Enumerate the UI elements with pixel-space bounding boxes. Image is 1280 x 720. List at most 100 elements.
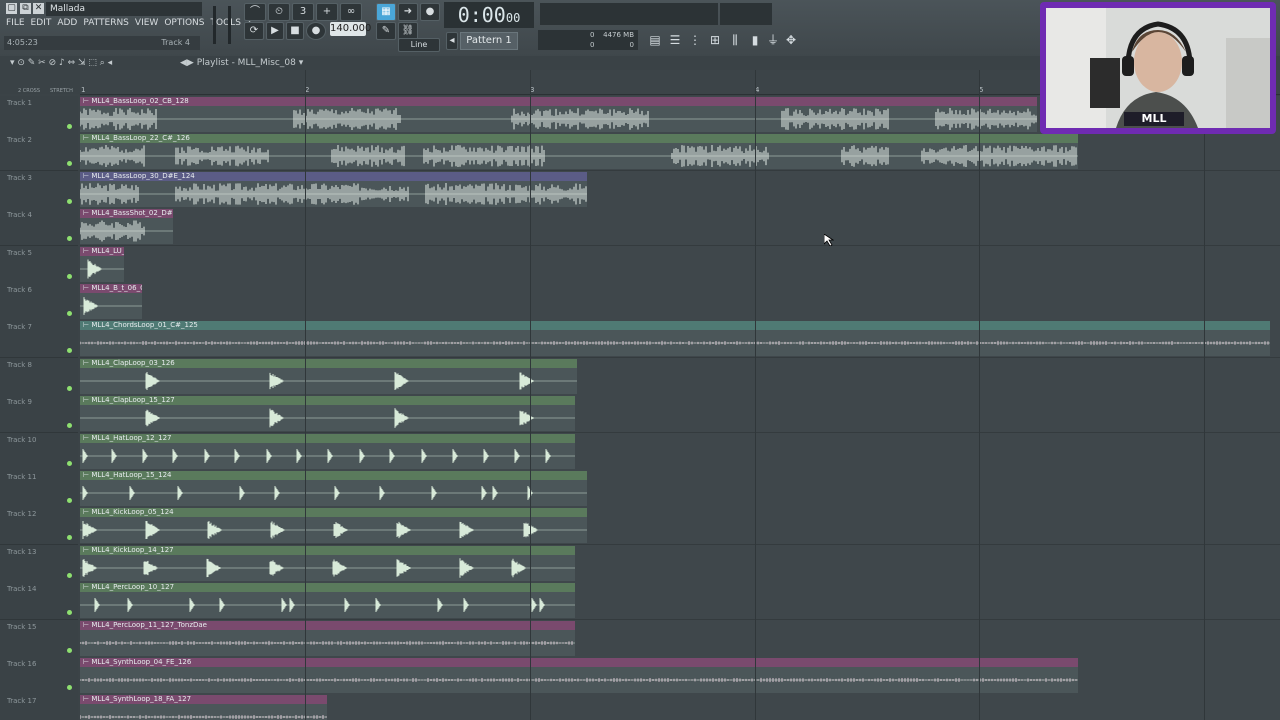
typing-keyboard-icon[interactable]: ▦: [376, 3, 396, 21]
audio-clip[interactable]: ⊢ MLL4_BassLoop_02_CB_128: [80, 97, 1037, 132]
audio-clip[interactable]: ⊢ MLL4_LU_3: [80, 246, 124, 282]
browser-icon[interactable]: ⊞: [707, 32, 723, 48]
audio-clip[interactable]: ⊢ MLL4_HatLoop_12_127: [80, 433, 575, 469]
play-button[interactable]: ▶: [266, 22, 284, 40]
audio-clip[interactable]: ⊢ MLL4_SynthLoop_04_FE_126: [80, 658, 1078, 693]
countdown-icon[interactable]: 3: [292, 3, 314, 21]
master-pitch-slider[interactable]: [228, 6, 231, 44]
track-lane[interactable]: ⊢ MLL4_BassShot_02_D#: [80, 208, 1280, 247]
track-header[interactable]: Track 14: [0, 582, 78, 621]
track-lane[interactable]: ⊢ MLL4_HatLoop_15_124: [80, 470, 1280, 508]
menu-file[interactable]: FILE: [6, 18, 25, 30]
track-lane[interactable]: ⊢ MLL4_ClapLoop_03_126: [80, 357, 1280, 396]
track-mute-led[interactable]: [67, 572, 72, 578]
plug-icon[interactable]: ⏚: [765, 32, 781, 48]
track-lane[interactable]: ⊢ MLL4_SynthLoop_04_FE_126: [80, 657, 1280, 695]
audio-clip[interactable]: ⊢ MLL4_PercLoop_11_127_TonzDae: [80, 620, 575, 656]
audio-clip[interactable]: ⊢ MLL4_KickLoop_05_124: [80, 508, 587, 544]
record-button[interactable]: ●: [306, 22, 326, 40]
audio-clip[interactable]: ⊢ MLL4_SynthLoop_18_FA_127: [80, 695, 327, 720]
track-mute-led[interactable]: [67, 498, 72, 503]
menu-add[interactable]: ADD: [57, 18, 77, 30]
audio-clip[interactable]: ⊢ MLL4_ChordsLoop_01_C#_125: [80, 321, 1270, 357]
playlist-icon[interactable]: ▤: [647, 32, 663, 48]
restore-icon[interactable]: ⧉: [20, 3, 31, 14]
track-lane[interactable]: ⊢ MLL4_BassLoop_30_D#E_124: [80, 170, 1280, 209]
track-mute-led[interactable]: [67, 385, 72, 391]
wait-icon[interactable]: ⏲: [268, 3, 290, 21]
audio-clip[interactable]: ⊢ MLL4_BassLoop_22_C#_126: [80, 134, 1078, 170]
plugin-picker-icon[interactable]: ▮: [747, 32, 763, 48]
track-header[interactable]: Track 2: [0, 133, 78, 172]
stop-button[interactable]: ■: [286, 22, 304, 40]
track-mute-led[interactable]: [67, 610, 72, 616]
track-header[interactable]: Track 3: [0, 170, 78, 209]
track-mute-led[interactable]: [67, 423, 72, 429]
audio-clip[interactable]: ⊢ MLL4_HatLoop_15_124: [80, 471, 587, 506]
snap-select[interactable]: Line: [398, 38, 440, 52]
track-mute-led[interactable]: [67, 273, 72, 279]
track-mute-led[interactable]: [67, 236, 72, 242]
track-mute-led[interactable]: [67, 311, 72, 316]
piano-roll-icon[interactable]: ☰: [667, 32, 683, 48]
metronome-icon[interactable]: ⌒: [244, 3, 266, 21]
master-volume-slider[interactable]: [213, 6, 216, 44]
loop-icon[interactable]: ⟳: [244, 22, 264, 40]
track-mute-led[interactable]: [67, 647, 72, 653]
track-mute-led[interactable]: [67, 198, 72, 204]
track-header[interactable]: Track 16: [0, 657, 78, 695]
track-lane[interactable]: ⊢ MLL4_PercLoop_10_127: [80, 582, 1280, 621]
track-header[interactable]: Track 8: [0, 357, 78, 396]
track-header[interactable]: Track 1: [0, 96, 78, 134]
track-header[interactable]: Track 9: [0, 395, 78, 434]
menu-options[interactable]: OPTIONS: [164, 18, 204, 30]
step-edit-icon[interactable]: +: [316, 3, 338, 21]
audio-clip[interactable]: ⊢ MLL4_PercLoop_10_127: [80, 583, 575, 619]
track-lane[interactable]: ⊢ MLL4_B_t_06_C#: [80, 283, 1280, 321]
blend-notes-icon[interactable]: ∞: [340, 3, 362, 21]
track-header[interactable]: Track 4: [0, 208, 78, 247]
track-lane[interactable]: ⊢ MLL4_BassLoop_22_C#_126: [80, 133, 1280, 172]
tempo-display[interactable]: 140.000: [330, 22, 371, 36]
track-lane[interactable]: ⊢ MLL4_PercLoop_11_127_TonzDae: [80, 619, 1280, 658]
track-header[interactable]: Track 13: [0, 544, 78, 583]
record-mode-icon[interactable]: ●: [420, 3, 440, 21]
arrow-right-icon[interactable]: ➜: [398, 3, 418, 21]
track-header[interactable]: Track 5: [0, 245, 78, 284]
track-header[interactable]: Track 12: [0, 507, 78, 546]
audio-clip[interactable]: ⊢ MLL4_BassLoop_30_D#E_124: [80, 171, 587, 207]
minimize-icon[interactable]: ▢: [6, 3, 17, 14]
track-lane[interactable]: ⊢ MLL4_KickLoop_14_127: [80, 544, 1280, 583]
track-mute-led[interactable]: [67, 161, 72, 167]
track-lane[interactable]: ⊢ MLL4_KickLoop_05_124: [80, 507, 1280, 546]
audio-clip[interactable]: ⊢ MLL4_BassShot_02_D#: [80, 209, 173, 245]
track-mute-led[interactable]: [67, 460, 72, 466]
track-header[interactable]: Track 15: [0, 619, 78, 658]
menu-edit[interactable]: EDIT: [31, 18, 52, 30]
track-header[interactable]: Track 17: [0, 694, 78, 720]
track-lane[interactable]: ⊢ MLL4_HatLoop_12_127: [80, 432, 1280, 471]
pencil-tool-icon[interactable]: ✎: [376, 22, 396, 40]
audio-clip[interactable]: ⊢ MLL4_ClapLoop_15_127: [80, 396, 575, 432]
track-mute-led[interactable]: [67, 535, 72, 541]
track-lane[interactable]: ⊢ MLL4_LU_3: [80, 245, 1280, 284]
audio-clip[interactable]: ⊢ MLL4_KickLoop_14_127: [80, 545, 575, 581]
track-lane[interactable]: ⊢ MLL4_ChordsLoop_01_C#_125: [80, 320, 1280, 359]
audio-clip[interactable]: ⊢ MLL4_ClapLoop_03_126: [80, 358, 577, 394]
playlist-menu-icon[interactable]: ▾ ⊙ ✎ ✂ ⊘ ♪ ⇔ ⇲ ⬚ ⌕ ◂: [10, 56, 112, 70]
audio-clip[interactable]: ⊢ MLL4_B_t_06_C#: [80, 284, 142, 319]
mixer-icon[interactable]: ⫼: [727, 32, 743, 48]
channel-rack-icon[interactable]: ⋮: [687, 32, 703, 48]
track-mute-led[interactable]: [67, 124, 72, 129]
help-icon[interactable]: ✥: [783, 32, 799, 48]
pattern-arrow-icon[interactable]: ◂: [446, 32, 458, 50]
track-header[interactable]: Track 10: [0, 432, 78, 471]
track-lane[interactable]: ⊢ MLL4_SynthLoop_18_FA_127: [80, 694, 1280, 720]
track-mute-led[interactable]: [67, 685, 72, 690]
track-lane[interactable]: ⊢ MLL4_ClapLoop_15_127: [80, 395, 1280, 434]
menu-view[interactable]: VIEW: [135, 18, 158, 30]
track-mute-led[interactable]: [67, 348, 72, 354]
pattern-selector[interactable]: Pattern 1: [460, 32, 518, 50]
track-header[interactable]: Track 11: [0, 470, 78, 508]
close-icon[interactable]: ✕: [33, 3, 44, 14]
